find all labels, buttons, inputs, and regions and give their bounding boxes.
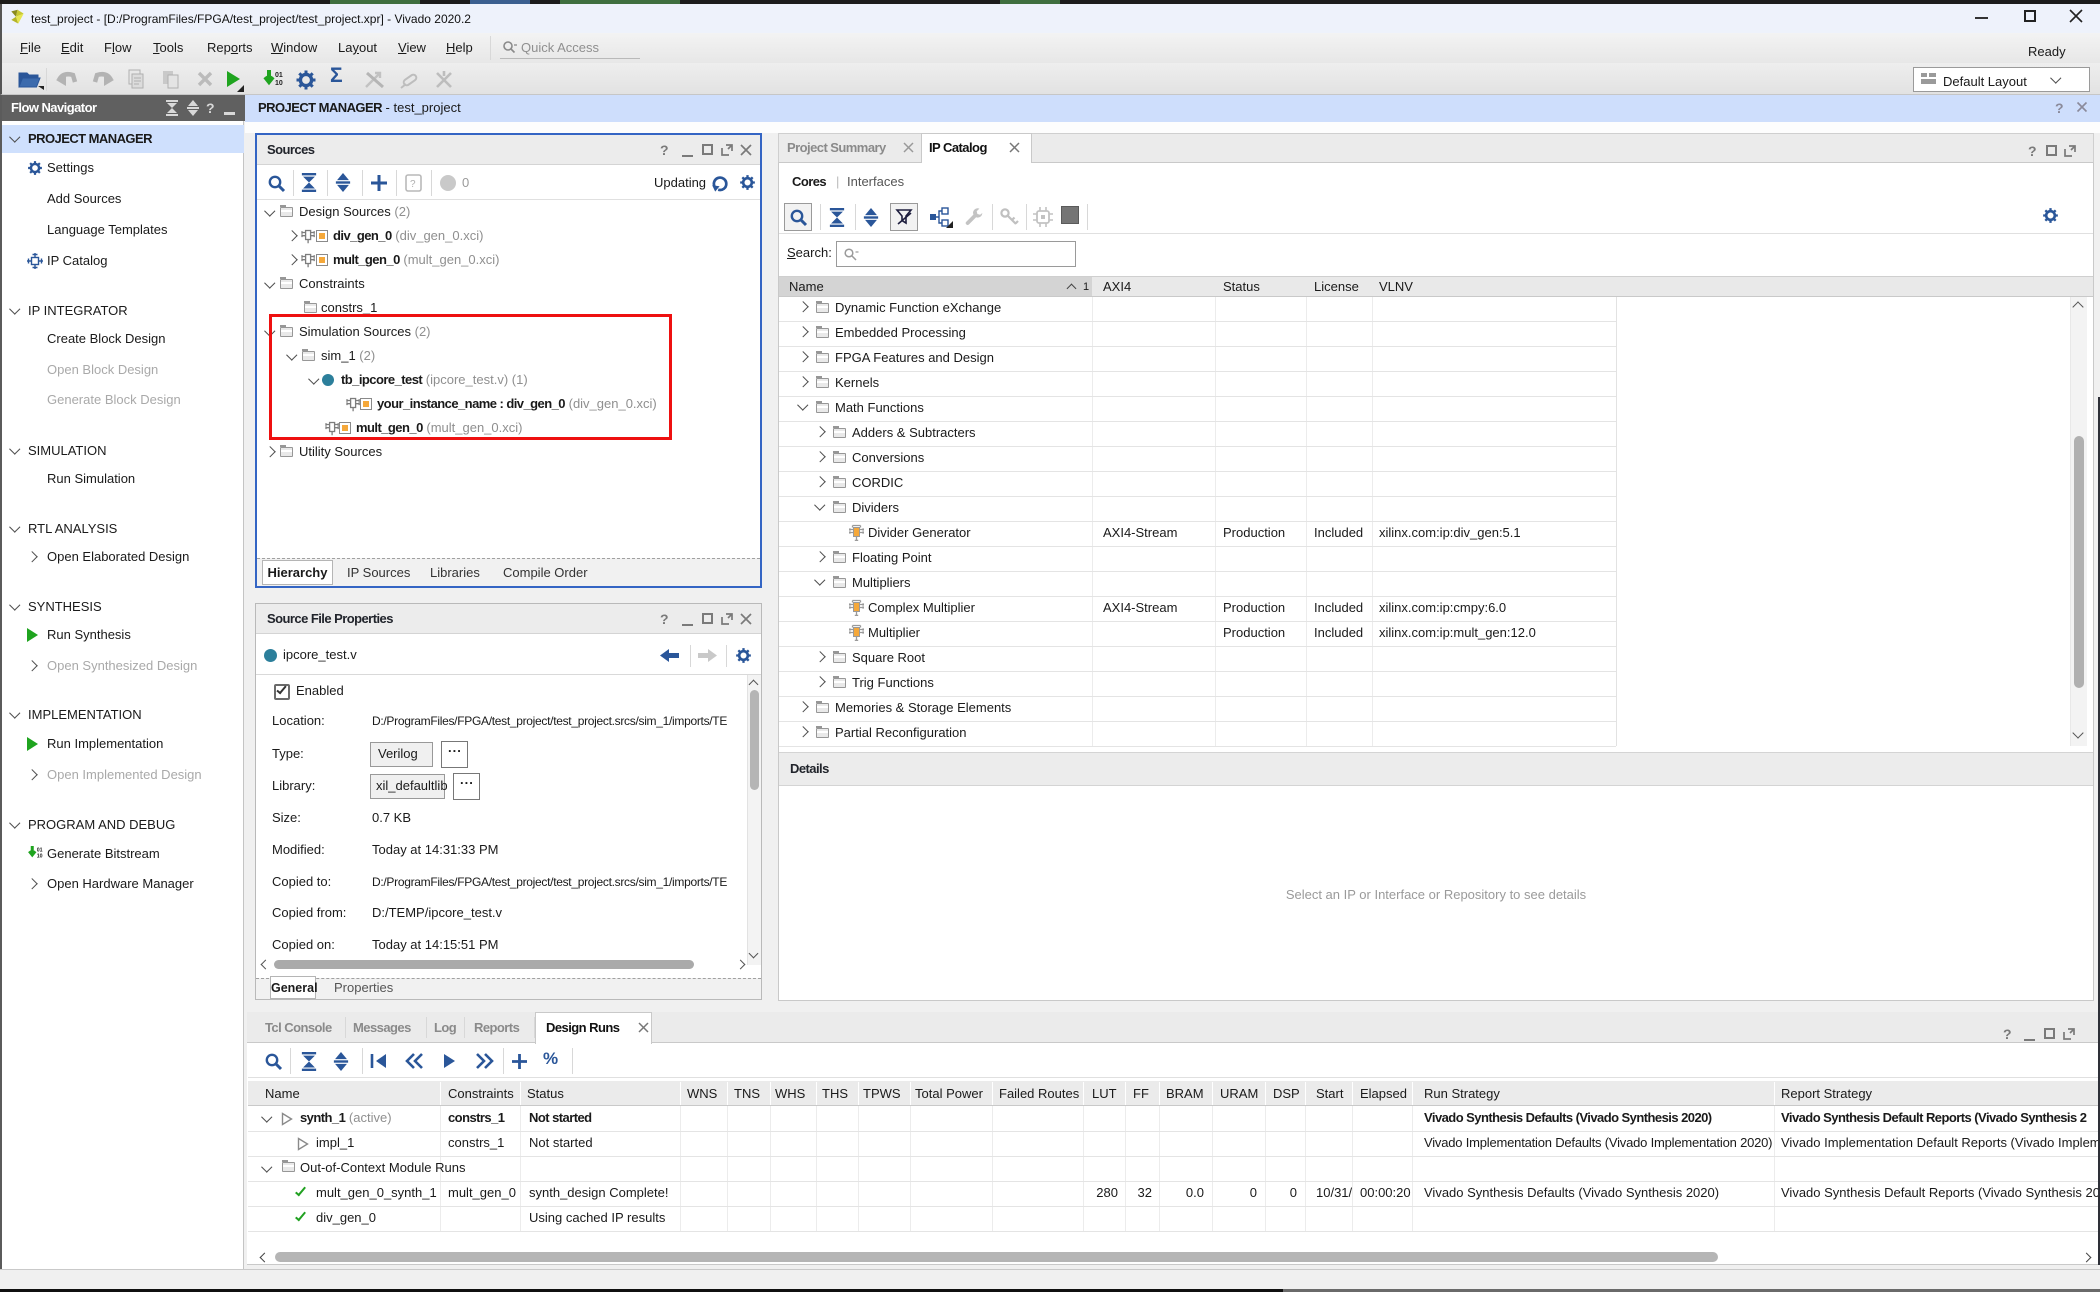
svg-text:10: 10 bbox=[37, 853, 43, 859]
svg-text:01: 01 bbox=[275, 72, 283, 79]
svg-text:01: 01 bbox=[37, 847, 43, 853]
svg-text:?: ? bbox=[410, 179, 416, 190]
svg-text:10: 10 bbox=[275, 80, 283, 87]
